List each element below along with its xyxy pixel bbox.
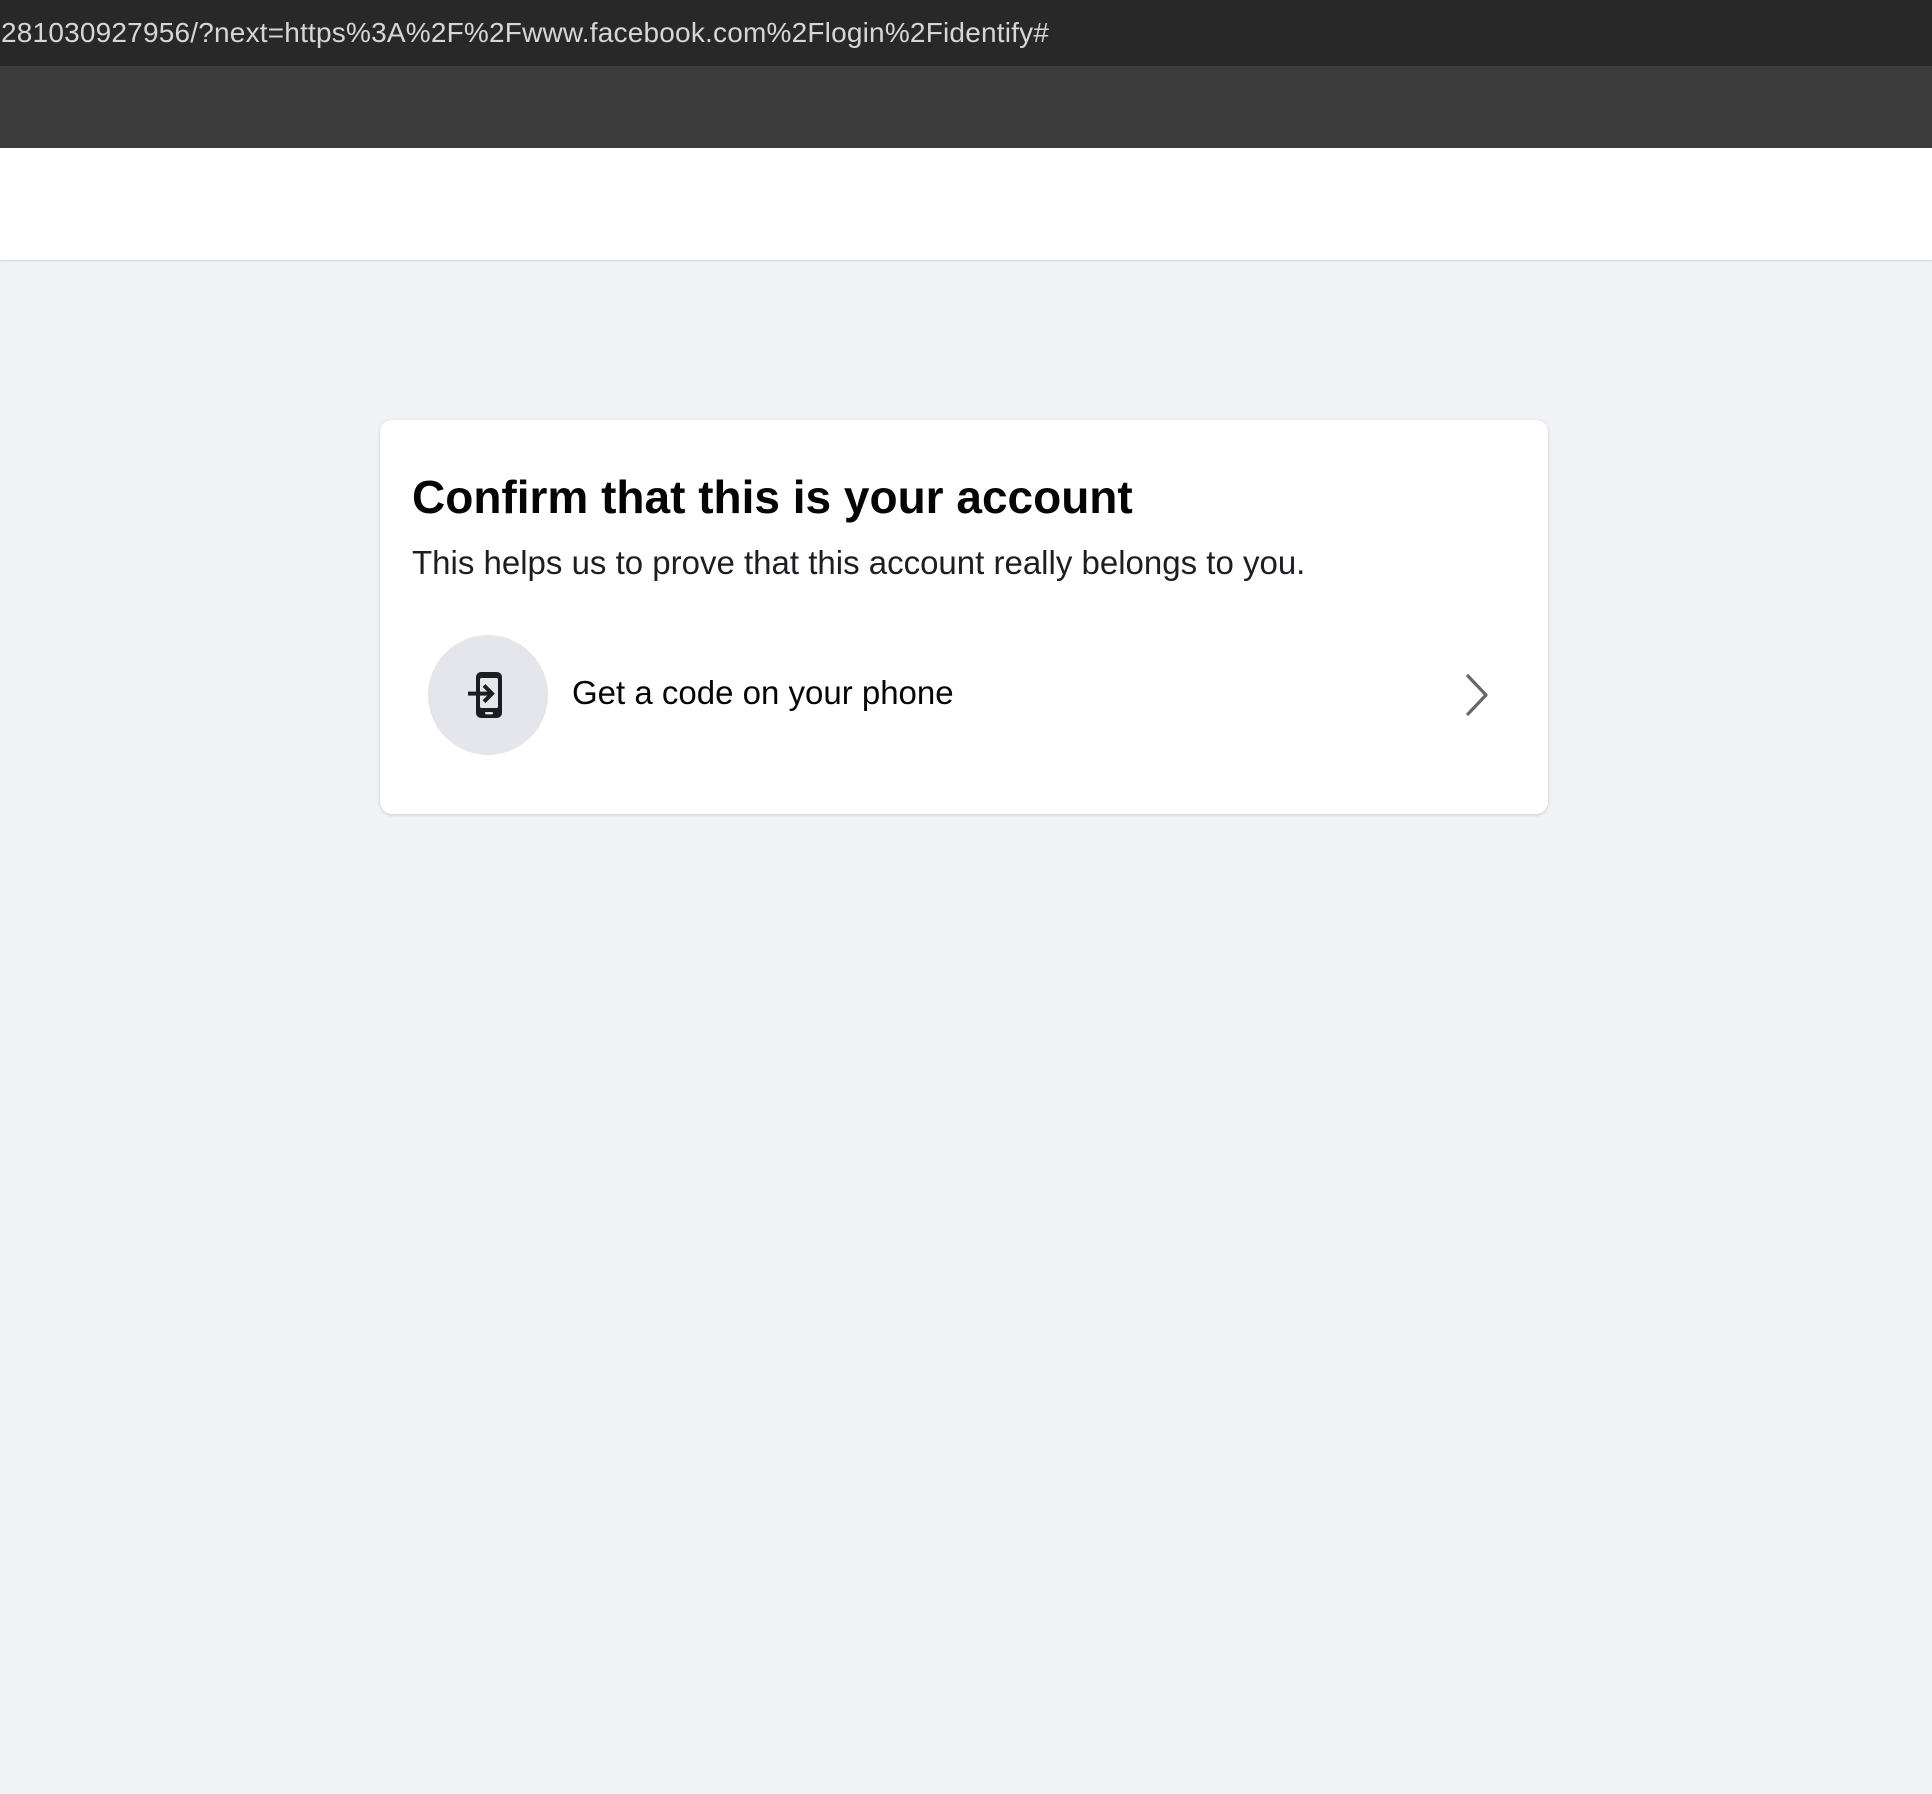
phone-code-icon xyxy=(468,672,502,718)
browser-url-bar[interactable]: 281030927956/?next=https%3A%2F%2Fwww.fac… xyxy=(0,0,1932,66)
page-subtitle: This helps us to prove that this account… xyxy=(412,544,1306,581)
option-label: Get a code on your phone xyxy=(572,674,954,711)
page-title: Confirm that this is your account xyxy=(412,471,1133,523)
get-code-on-phone-option[interactable]: Get a code on your phone xyxy=(396,630,1532,760)
site-header xyxy=(0,148,1932,260)
browser-toolbar xyxy=(0,66,1932,148)
phone-code-icon-container xyxy=(428,635,548,755)
url-text[interactable]: 281030927956/?next=https%3A%2F%2Fwww.fac… xyxy=(0,17,1049,49)
chevron-right-icon xyxy=(1466,674,1488,716)
confirm-account-card: Confirm that this is your account This h… xyxy=(380,420,1548,814)
